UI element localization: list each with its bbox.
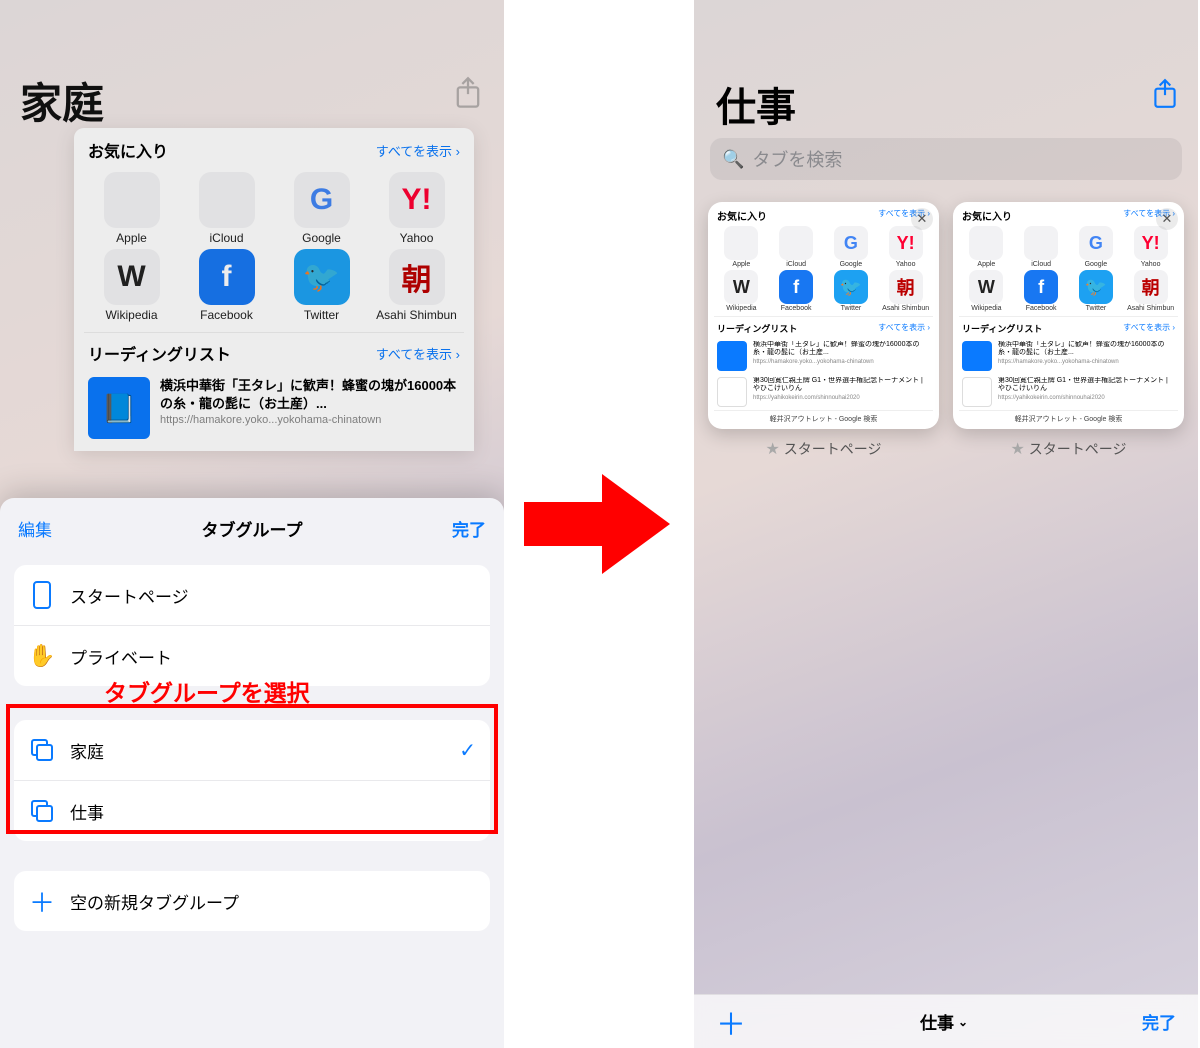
reading-list-item[interactable]: 📘 横浜中華街「王タレ」に歓声！蜂蜜の塊が16000本の糸・龍の髭に（お土産）.…: [84, 371, 464, 451]
favorite-item[interactable]: 🐦Twitter: [274, 249, 369, 322]
favorite-item[interactable]: 朝Asahi Shimbun: [369, 249, 464, 322]
left-dimmed-bg: 家庭 お気に入り すべてを表示 › AppleiCloudGGoogleY!Ya…: [0, 0, 504, 510]
tab-wrapper: ✕ お気に入りすべてを表示 ›AppleiCloudGGoogleY!Yahoo…: [708, 202, 939, 459]
favorite-item[interactable]: fFacebook: [179, 249, 274, 322]
favorite-item[interactable]: Y!Yahoo: [369, 172, 464, 245]
tab-search-input[interactable]: 🔍 タブを検索: [710, 138, 1182, 180]
tab-wrapper: ✕ お気に入りすべてを表示 ›AppleiCloudGGoogleY!Yahoo…: [953, 202, 1184, 459]
star-icon: ★: [765, 439, 779, 459]
row-new-empty-group[interactable]: ＋ 空の新規タブグループ: [14, 871, 490, 931]
tab-group-sheet: 編集 タブグループ 完了 スタートページ ✋ プライベート タブグループを選択: [0, 498, 504, 1048]
group-block-new: ＋ 空の新規タブグループ: [14, 871, 490, 931]
reading-item-url: https://hamakore.yoko...yokohama-chinato…: [160, 414, 460, 426]
tabgroup-switcher[interactable]: 仕事⌄: [920, 1009, 968, 1034]
show-all-reading-link[interactable]: すべてを表示 ›: [376, 344, 460, 363]
search-placeholder: タブを検索: [752, 146, 842, 172]
phone-left: 家庭 お気に入り すべてを表示 › AppleiCloudGGoogleY!Ya…: [0, 0, 504, 1048]
phone-icon: [28, 581, 56, 609]
favorites-header: お気に入り: [88, 138, 168, 162]
row-label: スタートページ: [70, 583, 476, 608]
favorite-item[interactable]: Apple: [84, 172, 179, 245]
tab-caption: ★スタートページ: [708, 439, 939, 459]
tab-card[interactable]: ✕ お気に入りすべてを表示 ›AppleiCloudGGoogleY!Yahoo…: [953, 202, 1184, 429]
tabs-grid: ✕ お気に入りすべてを表示 ›AppleiCloudGGoogleY!Yahoo…: [708, 202, 1184, 459]
show-all-link[interactable]: すべてを表示 ›: [376, 141, 460, 160]
done-button[interactable]: 完了: [1142, 1009, 1176, 1034]
plus-icon: ＋: [28, 887, 56, 915]
phone-right: 仕事 🔍 タブを検索 ✕ お気に入りすべてを表示 ›AppleiCloudGGo…: [694, 0, 1198, 1048]
start-page-preview: お気に入り すべてを表示 › AppleiCloudGGoogleY!Yahoo…: [74, 128, 474, 451]
hand-icon: ✋: [28, 642, 56, 670]
page-title-left: 家庭: [20, 70, 104, 131]
search-icon: 🔍: [722, 149, 744, 170]
share-icon[interactable]: [1152, 78, 1178, 110]
edit-button[interactable]: 編集: [18, 516, 52, 541]
row-start-page[interactable]: スタートページ: [14, 565, 490, 625]
arrow-icon: [524, 474, 674, 574]
transition-arrow: [504, 0, 694, 1048]
tab-caption: ★スタートページ: [953, 439, 1184, 459]
group-block-system: スタートページ ✋ プライベート: [14, 565, 490, 686]
chevron-down-icon: ⌄: [958, 1015, 968, 1029]
bottom-toolbar: ＋ 仕事⌄ 完了: [694, 994, 1198, 1048]
page-title-right: 仕事: [716, 75, 796, 133]
done-button[interactable]: 完了: [452, 516, 486, 541]
favorite-item[interactable]: WWikipedia: [84, 249, 179, 322]
row-label: 空の新規タブグループ: [70, 889, 476, 914]
new-tab-button[interactable]: ＋: [716, 1000, 746, 1044]
star-icon: ★: [1010, 439, 1024, 459]
reading-thumb-icon: 📘: [88, 377, 150, 439]
share-icon[interactable]: [454, 76, 482, 110]
row-label: プライベート: [70, 644, 476, 669]
close-icon[interactable]: ✕: [911, 208, 933, 230]
close-icon[interactable]: ✕: [1156, 208, 1178, 230]
tab-card[interactable]: ✕ お気に入りすべてを表示 ›AppleiCloudGGoogleY!Yahoo…: [708, 202, 939, 429]
reading-item-title: 横浜中華街「王タレ」に歓声！蜂蜜の塊が16000本の糸・龍の髭に（お土産）...: [160, 377, 460, 412]
annotation-box: [6, 704, 498, 834]
reading-list-header: リーディングリスト: [88, 341, 231, 365]
sheet-title: タブグループ: [202, 516, 303, 541]
annotation-text: タブグループを選択: [104, 674, 310, 708]
favorite-item[interactable]: GGoogle: [274, 172, 369, 245]
favorite-item[interactable]: iCloud: [179, 172, 274, 245]
